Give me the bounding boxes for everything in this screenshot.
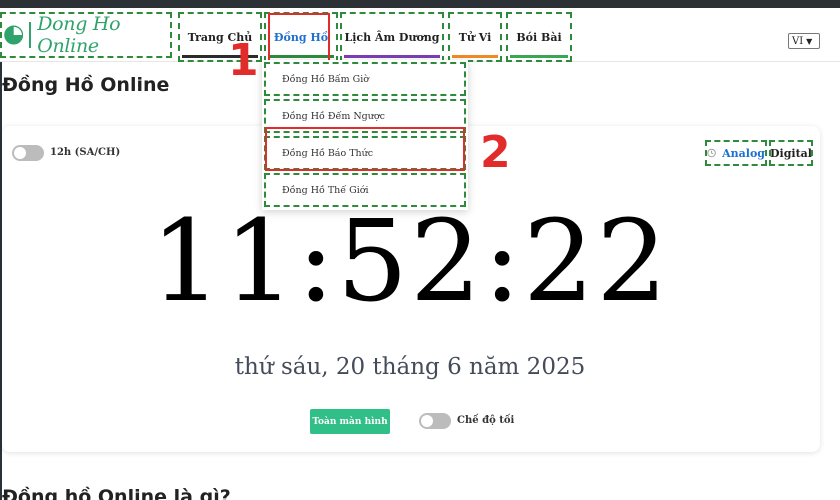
highlight-box-step-2 <box>265 127 465 171</box>
step-number-1: 1 <box>228 35 259 86</box>
analog-label: Analog <box>722 146 765 160</box>
clock-logo-icon <box>4 25 24 45</box>
language-select[interactable]: VI ▼ <box>788 33 820 49</box>
dark-mode-toggle[interactable] <box>419 413 451 429</box>
nav-item-tu-vi[interactable]: Tử Vi <box>448 12 502 62</box>
format-12h-toggle[interactable] <box>12 145 44 161</box>
nav-item-boi-bai[interactable]: Bói Bài <box>506 12 572 62</box>
section-heading: Đồng hồ Online là gì? <box>2 486 231 500</box>
page-title: Đồng Hồ Online <box>2 74 170 96</box>
chevron-down-icon: ▼ <box>806 36 813 46</box>
digital-mode-button[interactable]: Digital <box>769 140 813 166</box>
site-logo[interactable]: Dong Ho Online <box>0 12 172 58</box>
logo-separator <box>29 22 32 48</box>
digital-time-display: 11:52:22 <box>150 197 670 327</box>
nav-underline <box>510 55 568 58</box>
nav-label: Lịch Âm Dương <box>344 30 440 44</box>
nav-label: Tử Vi <box>458 30 492 44</box>
nav-item-lich-am-duong[interactable]: Lịch Âm Dương <box>340 12 444 62</box>
language-value: VI <box>792 35 804 47</box>
menu-item-label: Đồng Hồ Thế Giới <box>282 184 369 196</box>
menu-item-label: Đồng Hồ Đếm Ngược <box>282 110 385 122</box>
dark-mode-label: Chế độ tối <box>457 415 515 426</box>
nav-underline <box>452 55 498 58</box>
format-toggle-label: 12h (SA/CH) <box>50 147 121 158</box>
brand-name: Dong Ho Online <box>37 13 121 57</box>
browser-top-bar <box>0 0 840 8</box>
navbar: Dong Ho Online Trang Chủ Đồng Hồ Lịch Âm… <box>0 8 840 62</box>
highlight-box-step-1 <box>268 13 330 65</box>
analog-mode-button[interactable]: Analog <box>705 140 767 166</box>
menu-item-dong-ho-bam-gio[interactable]: Đồng Hồ Bấm Giờ <box>264 62 466 96</box>
clock-icon <box>707 148 716 158</box>
fullscreen-button[interactable]: Toàn màn hình <box>310 409 390 434</box>
nav-label: Bói Bài <box>516 30 562 44</box>
menu-item-dong-ho-the-gioi[interactable]: Đồng Hồ Thế Giới <box>264 173 466 207</box>
date-display: thứ sáu, 20 tháng 6 năm 2025 <box>234 354 586 380</box>
digital-label: Digital <box>770 146 812 160</box>
nav-underline <box>344 55 440 58</box>
menu-item-label: Đồng Hồ Bấm Giờ <box>282 73 369 85</box>
step-number-2: 2 <box>480 127 511 178</box>
